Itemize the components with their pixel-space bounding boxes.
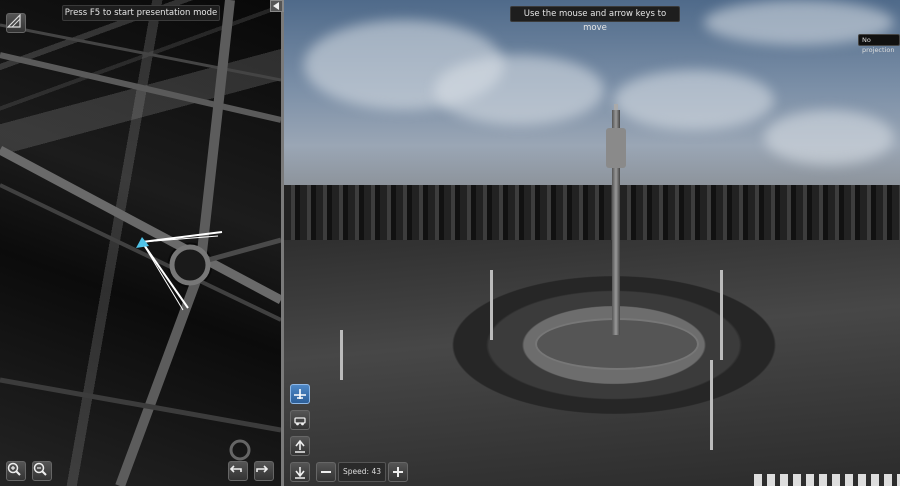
- zoom-in-icon: [7, 462, 21, 476]
- minus-icon: [321, 471, 331, 473]
- arrow-down-icon: [295, 467, 305, 479]
- redo-button[interactable]: [254, 461, 274, 481]
- speed-label: Speed:: [343, 467, 370, 476]
- move-down-button[interactable]: [290, 462, 310, 482]
- zoom-out-icon: [33, 462, 47, 476]
- move-up-button[interactable]: [290, 436, 310, 456]
- crosswalk: [754, 474, 900, 486]
- ruler-button[interactable]: [6, 13, 26, 33]
- cloud: [434, 55, 604, 125]
- undo-button[interactable]: [228, 461, 248, 481]
- projection-label[interactable]: No projection: [858, 34, 900, 54]
- car-icon: [294, 417, 306, 426]
- speed-value: 43: [371, 467, 381, 476]
- undo-arrow-icon: [229, 465, 242, 473]
- presentation-hint: Press F5 to start presentation mode: [62, 5, 220, 21]
- cloud: [614, 70, 774, 130]
- zoom-out-button[interactable]: [32, 461, 52, 481]
- street-lamp: [720, 270, 723, 360]
- redo-arrow-icon: [256, 465, 269, 473]
- fly-mode-button[interactable]: [290, 384, 310, 404]
- increase-speed-button[interactable]: [388, 462, 408, 482]
- speed-display: Speed: 43: [338, 462, 386, 482]
- zoom-in-button[interactable]: [6, 461, 26, 481]
- airplane-icon: [294, 389, 306, 399]
- walk-mode-button[interactable]: [290, 410, 310, 430]
- street-lamp: [710, 360, 713, 450]
- cloud: [764, 110, 894, 165]
- move-hint: Use the mouse and arrow keys to move: [510, 6, 680, 33]
- street-lamp: [490, 270, 493, 340]
- arrow-up-icon: [295, 439, 305, 453]
- map-pane[interactable]: Press F5 to start presentation mode: [0, 0, 281, 486]
- street-lamp: [340, 330, 343, 380]
- ruler-icon: [7, 14, 21, 28]
- tree-line: [284, 185, 900, 240]
- map-canvas: [0, 0, 281, 486]
- tower: [606, 128, 626, 168]
- decrease-speed-button[interactable]: [316, 462, 336, 482]
- chevron-left-icon: [273, 2, 279, 10]
- plus-icon: [393, 467, 403, 477]
- point-cloud-view[interactable]: [284, 0, 900, 486]
- collapse-left-button[interactable]: [270, 0, 283, 12]
